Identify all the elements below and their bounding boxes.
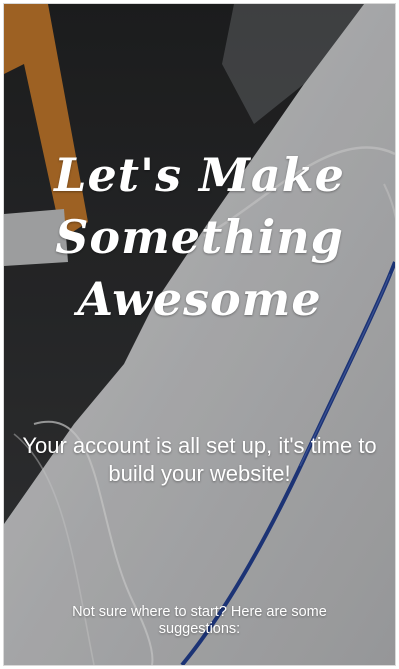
suggestions-hint: Not sure where to start? Here are some s…	[72, 604, 327, 637]
headline-line: Awesome	[77, 272, 322, 326]
headline-line: Let's Make	[54, 148, 345, 202]
welcome-screen: Let's Make Something Awesome Your accoun…	[4, 4, 395, 665]
welcome-subtitle: Your account is all set up, it's time to…	[22, 433, 377, 486]
background-overlay	[4, 4, 395, 665]
headline-line: Something	[55, 210, 344, 264]
welcome-headline: Let's Make Something Awesome	[4, 144, 395, 330]
